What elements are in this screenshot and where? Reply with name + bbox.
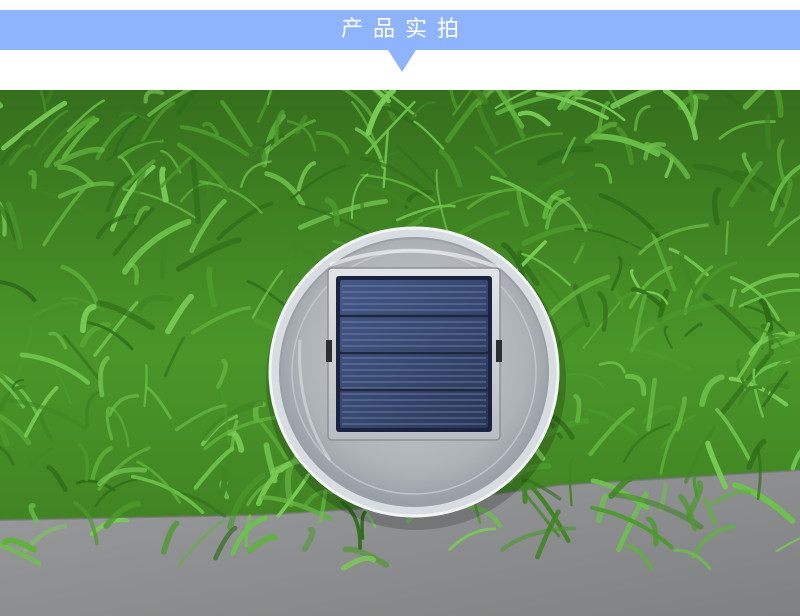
title-banner: 产品实拍: [0, 10, 800, 50]
product-photo-illustration: [0, 90, 800, 616]
section-title: 产品实拍: [340, 17, 469, 42]
product-photo: [0, 90, 800, 616]
down-arrow-icon: [388, 50, 416, 72]
header-section: 产品实拍: [0, 0, 800, 90]
solar-lamp: [266, 226, 566, 530]
